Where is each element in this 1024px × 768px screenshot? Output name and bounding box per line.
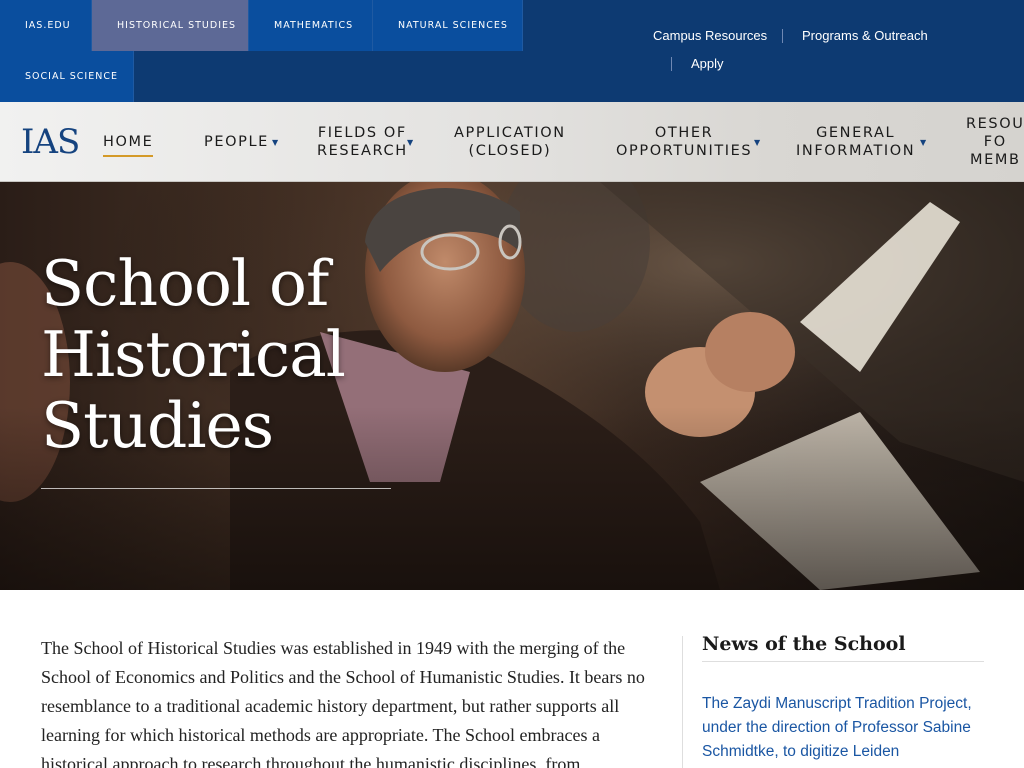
programs-outreach-link[interactable]: Programs & Outreach — [802, 28, 928, 43]
ias-logo[interactable]: IAS — [21, 122, 80, 162]
nav-fields-label-1: FIELDS OF — [317, 125, 407, 141]
page-title: School of Historical Studies — [41, 248, 461, 461]
nav-other-label-2: OPPORTUNITIES — [616, 143, 753, 159]
tab-mathematics[interactable]: MATHEMATICS — [249, 0, 373, 51]
tab-ias-edu-label: IAS.EDU — [25, 20, 71, 31]
page-title-line-2: Historical — [41, 318, 346, 391]
nav-people-label: PEOPLE — [204, 134, 269, 150]
tab-social-science-label: SOCIAL SCIENCE — [25, 71, 118, 82]
tab-historical-studies[interactable]: HISTORICAL STUDIES — [92, 0, 249, 51]
nav-resources-label-3: MEMB — [969, 152, 1021, 168]
caret-down-icon: ▼ — [407, 138, 414, 147]
caret-down-icon: ▼ — [920, 138, 927, 147]
news-heading: News of the School — [702, 633, 906, 655]
utility-divider — [782, 29, 783, 43]
nav-fields-label-2: RESEARCH — [317, 143, 408, 159]
nav-resources-label-1: RESOU — [966, 116, 1024, 132]
nav-application-label-2: (CLOSED) — [468, 143, 552, 159]
nav-other-label-1: OTHER — [654, 125, 714, 141]
campus-resources-link[interactable]: Campus Resources — [653, 28, 767, 43]
nav-general-label-2: INFORMATION — [796, 143, 916, 159]
logo-text: IAS — [21, 122, 80, 162]
nav-fields-of-research[interactable]: FIELDS OF RESEARCH ▼ — [317, 124, 413, 160]
nav-resources-for-members[interactable]: RESOU FO MEMB — [966, 115, 1024, 169]
nav-general-label-1: GENERAL — [816, 125, 896, 141]
tab-historical-studies-label: HISTORICAL STUDIES — [117, 20, 237, 31]
nav-resources-label-2: FO — [983, 134, 1007, 150]
nav-home[interactable]: HOME — [103, 133, 154, 157]
news-divider — [702, 661, 984, 662]
caret-down-icon: ▼ — [754, 138, 761, 147]
nav-people[interactable]: PEOPLE ▼ — [204, 133, 278, 151]
nav-home-label: HOME — [103, 134, 154, 150]
utility-divider — [671, 57, 672, 71]
nav-other-opportunities[interactable]: OTHER OPPORTUNITIES ▼ — [616, 124, 760, 160]
news-item-link[interactable]: The Zaydi Manuscript Tradition Project, … — [702, 692, 982, 768]
apply-link[interactable]: Apply — [691, 56, 724, 71]
tab-social-science[interactable]: SOCIAL SCIENCE — [0, 51, 134, 102]
tab-mathematics-label: MATHEMATICS — [274, 20, 354, 31]
tab-natural-sciences-label: NATURAL SCIENCES — [398, 20, 508, 31]
intro-paragraph: The School of Historical Studies was est… — [41, 638, 645, 768]
school-bar: IAS.EDU HISTORICAL STUDIES MATHEMATICS N… — [0, 0, 1024, 102]
page-title-line-1: School of — [41, 247, 329, 320]
nav-general-information[interactable]: GENERAL INFORMATION ▼ — [796, 124, 926, 160]
column-divider — [682, 636, 683, 768]
nav-application[interactable]: APPLICATION (CLOSED) — [454, 124, 566, 160]
title-divider — [41, 488, 391, 489]
caret-down-icon: ▼ — [272, 138, 279, 147]
nav-application-label-1: APPLICATION — [454, 125, 566, 141]
tab-ias-edu[interactable]: IAS.EDU — [0, 0, 92, 51]
tab-natural-sciences[interactable]: NATURAL SCIENCES — [373, 0, 523, 51]
page-title-line-3: Studies — [41, 389, 274, 462]
active-indicator — [103, 155, 154, 157]
